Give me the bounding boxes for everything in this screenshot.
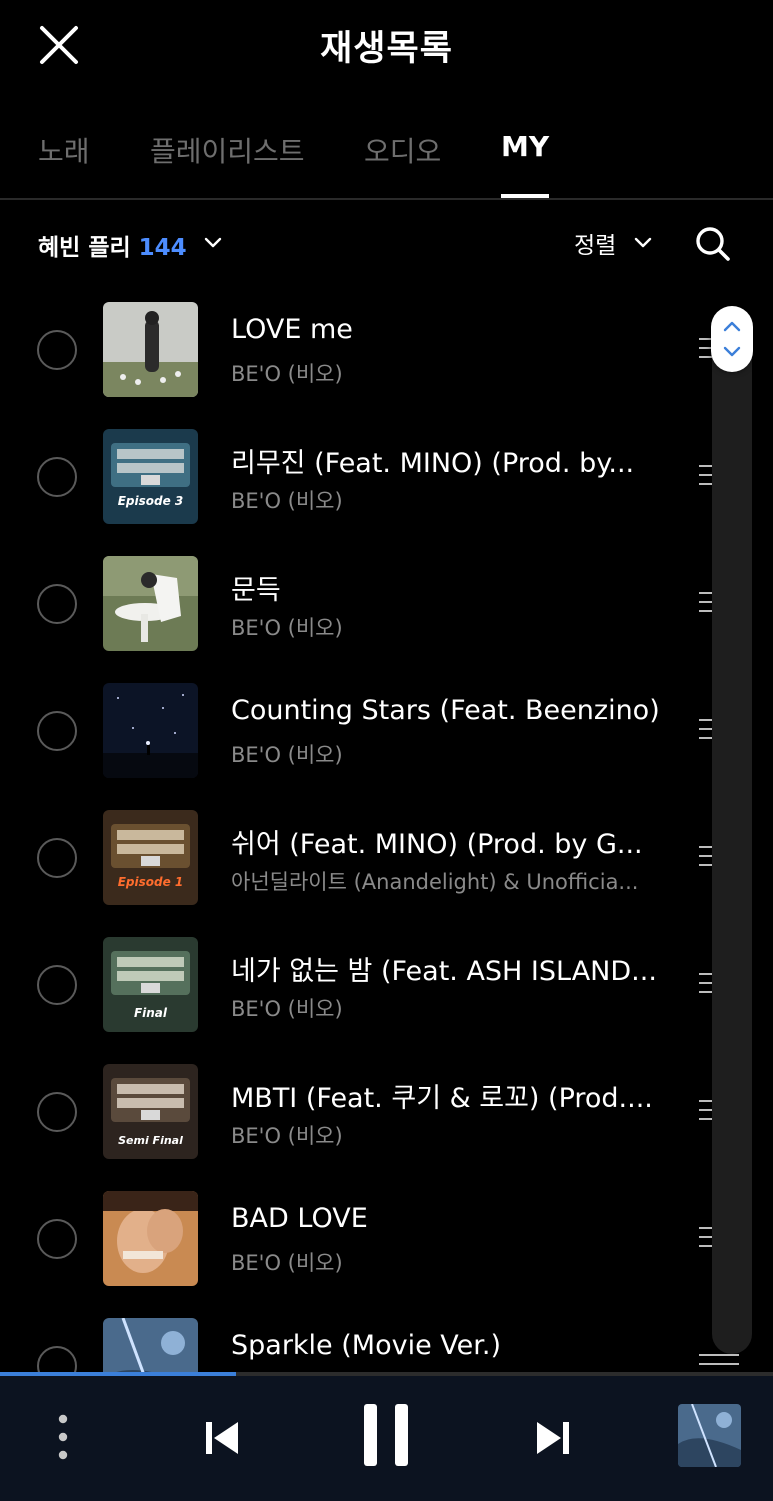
song-title: 네가 없는 밤 (Feat. ASH ISLAND...: [231, 956, 657, 987]
select-radio[interactable]: [37, 1346, 77, 1372]
song-title: BAD LOVE: [231, 1203, 368, 1234]
select-radio[interactable]: [37, 457, 77, 497]
song-row[interactable]: 문득 BE'O (비오): [0, 540, 773, 667]
select-radio[interactable]: [37, 1219, 77, 1259]
fast-scroll-handle[interactable]: [711, 306, 753, 372]
tab-my[interactable]: MY: [501, 130, 549, 163]
song-title: MBTI (Feat. 쿠기 & 로꼬) (Prod....: [231, 1083, 653, 1114]
song-row[interactable]: Sparkle (Movie Ver.): [0, 1302, 773, 1372]
cover-label: Episode 1: [118, 875, 184, 889]
skip-previous-icon: [206, 1422, 238, 1454]
playlist-toolbar: 혜빈 플리 144 정렬: [0, 220, 773, 270]
scroll-track[interactable]: [712, 312, 752, 1354]
album-cover: Episode 3: [103, 429, 198, 524]
song-title: 문득: [231, 575, 281, 606]
song-title: Counting Stars (Feat. Beenzino): [231, 695, 660, 726]
tab-audio[interactable]: 오디오: [364, 130, 441, 170]
cover-label: Episode 3: [118, 494, 184, 508]
tab-songs[interactable]: 노래: [38, 130, 90, 170]
previous-button[interactable]: [202, 1418, 242, 1458]
song-list: LOVE me BE'O (비오) Episode 3 리무진 (Feat. M…: [0, 286, 773, 1372]
song-title: 리무진 (Feat. MINO) (Prod. by...: [231, 448, 635, 479]
playlist-name: 혜빈 플리: [38, 235, 131, 261]
playlist-selector[interactable]: 혜빈 플리 144: [38, 228, 187, 262]
song-artist: BE'O (비오): [231, 489, 343, 513]
sort-button[interactable]: 정렬: [574, 226, 616, 260]
search-icon: [696, 227, 730, 261]
chevron-down-icon[interactable]: [202, 232, 224, 254]
album-cover: [103, 1191, 198, 1286]
next-button[interactable]: [533, 1418, 573, 1458]
album-cover: [103, 1318, 198, 1372]
song-row[interactable]: BAD LOVE BE'O (비오): [0, 1175, 773, 1302]
album-cover: [103, 556, 198, 651]
now-playing-cover[interactable]: [678, 1404, 741, 1467]
header: 재생목록: [0, 0, 773, 90]
skip-next-icon: [537, 1422, 569, 1454]
song-artist: BE'O (비오): [231, 616, 343, 640]
album-cover: Semi Final: [103, 1064, 198, 1159]
search-button[interactable]: [693, 224, 733, 264]
select-radio[interactable]: [37, 965, 77, 1005]
tab-playlists[interactable]: 플레이리스트: [150, 130, 305, 170]
song-row[interactable]: LOVE me BE'O (비오): [0, 286, 773, 413]
select-radio[interactable]: [37, 711, 77, 751]
album-cover: Final: [103, 937, 198, 1032]
scroll-arrows-icon: [723, 321, 741, 357]
mini-player: [0, 1376, 773, 1501]
song-title: LOVE me: [231, 314, 353, 345]
select-radio[interactable]: [37, 1092, 77, 1132]
active-tab-indicator: [501, 194, 549, 198]
song-artist: 아넌딜라이트 (Anandelight) & Unofficia...: [231, 870, 639, 894]
chevron-down-icon[interactable]: [632, 232, 654, 254]
tab-bar: 노래 플레이리스트 오디오 MY: [0, 118, 773, 200]
song-artist: BE'O (비오): [231, 743, 343, 767]
song-row[interactable]: Episode 3 리무진 (Feat. MINO) (Prod. by... …: [0, 413, 773, 540]
more-button[interactable]: [52, 1412, 74, 1462]
album-cover: Episode 1: [103, 810, 198, 905]
song-artist: BE'O (비오): [231, 997, 343, 1021]
song-artist: BE'O (비오): [231, 1124, 343, 1148]
song-title: 쉬어 (Feat. MINO) (Prod. by G...: [231, 829, 643, 860]
album-cover: [103, 683, 198, 778]
playlist-count: 144: [138, 235, 187, 261]
more-vertical-icon: [58, 1414, 68, 1460]
song-artist: BE'O (비오): [231, 1251, 343, 1275]
song-row[interactable]: Episode 1 쉬어 (Feat. MINO) (Prod. by G...…: [0, 794, 773, 921]
album-cover: [103, 302, 198, 397]
song-artist: BE'O (비오): [231, 362, 343, 386]
select-radio[interactable]: [37, 330, 77, 370]
drag-handle-icon[interactable]: [699, 1354, 739, 1372]
select-radio[interactable]: [37, 584, 77, 624]
pause-icon: [364, 1404, 408, 1466]
cover-label: Final: [134, 1006, 168, 1020]
song-row[interactable]: Counting Stars (Feat. Beenzino) BE'O (비오…: [0, 667, 773, 794]
song-row[interactable]: Final 네가 없는 밤 (Feat. ASH ISLAND... BE'O …: [0, 921, 773, 1048]
page-title: 재생목록: [320, 29, 453, 69]
song-row[interactable]: Semi Final MBTI (Feat. 쿠기 & 로꼬) (Prod...…: [0, 1048, 773, 1175]
select-radio[interactable]: [37, 838, 77, 878]
cover-label: Semi Final: [118, 1134, 183, 1147]
song-title: Sparkle (Movie Ver.): [231, 1330, 501, 1361]
pause-button[interactable]: [360, 1402, 412, 1468]
